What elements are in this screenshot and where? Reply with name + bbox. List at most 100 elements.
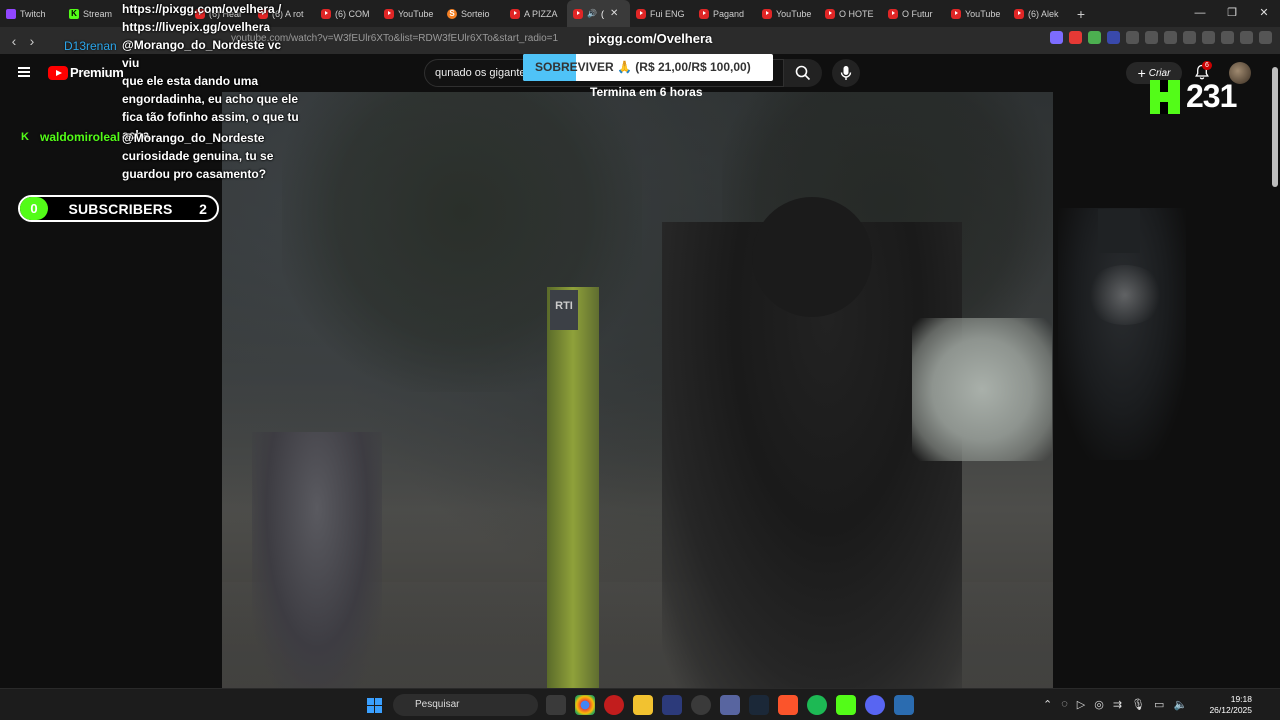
browser-tab[interactable]: O Futur xyxy=(882,0,945,27)
extensions-puzzle-icon[interactable] xyxy=(1145,31,1158,44)
browser-tab[interactable]: YouTube xyxy=(945,0,1008,27)
donation-domain: pixgg.com/Ovelhera xyxy=(588,31,713,46)
browser-tab[interactable]: YouTube xyxy=(378,0,441,27)
app-icon[interactable] xyxy=(894,695,914,715)
page-scrollbar[interactable] xyxy=(1270,55,1280,688)
file-explorer-icon[interactable] xyxy=(633,695,653,715)
discord-icon[interactable] xyxy=(865,695,885,715)
youtube-logo-icon[interactable] xyxy=(48,66,68,80)
tray-app-icon[interactable]: ◎ xyxy=(1094,698,1104,711)
chat-username: waldomiroleal xyxy=(40,130,121,144)
spotify-icon[interactable] xyxy=(807,695,827,715)
chat-message-line: que ele esta dando uma xyxy=(122,74,259,88)
close-window-icon[interactable]: ✕ xyxy=(1248,0,1280,27)
browser-tab[interactable]: A PIZZA xyxy=(504,0,567,27)
extension-icon[interactable] xyxy=(1050,31,1063,44)
forward-icon[interactable]: › xyxy=(23,33,41,49)
chat-message: https://pixgg.com/ovelhera / https://live… xyxy=(122,0,300,144)
sidebar-icon[interactable] xyxy=(1183,31,1196,44)
youtube-icon xyxy=(573,8,583,19)
browser-tab[interactable]: S Sorteio xyxy=(441,0,504,27)
tab-audio-icon[interactable]: 🔊 xyxy=(587,9,597,18)
microphone-icon xyxy=(840,66,852,80)
app-icon[interactable] xyxy=(662,695,682,715)
webcam-shirt-print xyxy=(1085,265,1165,325)
github-icon[interactable] xyxy=(691,695,711,715)
taskbar-time: 19:18 xyxy=(1230,694,1252,704)
windows-taskbar: Pesquisar ⌃ ◌ ▷ ◎ ⇉ 🎙 ▭ 🔈 19:18 26/12/20… xyxy=(0,688,1280,720)
kick-app-icon[interactable] xyxy=(836,695,856,715)
kick-badge-icon: K xyxy=(21,131,29,143)
extensions-toolbar xyxy=(1050,31,1272,44)
tab-close-icon[interactable]: ✕ xyxy=(610,8,618,19)
system-tray: ⌃ ◌ ▷ ◎ ⇉ 🎙 ▭ 🔈 xyxy=(1043,698,1187,711)
vpn-icon[interactable] xyxy=(1240,31,1253,44)
tab-label: Twitch xyxy=(20,8,46,19)
plus-icon: + xyxy=(1137,65,1146,81)
donation-goal-bar: SOBREVIVER 🙏 (R$ 21,00/R$ 100,00) xyxy=(523,54,773,81)
media-icon[interactable] xyxy=(1164,31,1177,44)
browser-tab[interactable]: 🔊(✕ xyxy=(567,0,630,27)
youtube-icon xyxy=(510,8,520,19)
brave-icon[interactable] xyxy=(778,695,798,715)
task-view-icon[interactable] xyxy=(546,695,566,715)
taskbar-search[interactable]: Pesquisar xyxy=(393,694,538,716)
ai-icon[interactable] xyxy=(1221,31,1234,44)
browser-tab[interactable]: YouTube xyxy=(756,0,819,27)
menu-icon[interactable] xyxy=(1259,31,1272,44)
browser-tab[interactable]: O HOTE xyxy=(819,0,882,27)
browser-tab[interactable]: (6) COM xyxy=(315,0,378,27)
tray-app-icon[interactable]: ▷ xyxy=(1077,698,1085,711)
volume-icon[interactable]: 🔈 xyxy=(1173,698,1187,711)
browser-tab[interactable]: Fui ENG xyxy=(630,0,693,27)
browser-tab[interactable]: Twitch xyxy=(0,0,63,27)
extension-icon[interactable] xyxy=(1107,31,1120,44)
tab-label: YouTube xyxy=(776,8,812,19)
browser-tab[interactable]: (6) Alek xyxy=(1008,0,1071,27)
tray-app-icon[interactable]: ⇉ xyxy=(1113,698,1122,711)
chat-message-line: @Morango_do_Nordeste xyxy=(122,131,265,145)
network-icon[interactable]: ▭ xyxy=(1154,698,1164,711)
tab-label: O Futur xyxy=(902,8,933,19)
new-tab-button[interactable]: + xyxy=(1071,6,1091,22)
windows-start-icon[interactable] xyxy=(367,698,382,713)
minimize-icon[interactable]: — xyxy=(1184,0,1216,27)
tab-label: Pagand xyxy=(713,8,745,19)
ghost-username: D13renan xyxy=(64,39,117,53)
youtube-icon xyxy=(384,8,394,19)
extension-icon[interactable] xyxy=(1069,31,1082,44)
search-button[interactable] xyxy=(784,59,822,87)
webcam-streamer-head xyxy=(1098,209,1140,253)
scrollbar-thumb[interactable] xyxy=(1272,67,1278,187)
browser-tab[interactable]: K Stream xyxy=(63,0,126,27)
taskbar-clock[interactable]: 19:18 26/12/2025 xyxy=(1206,694,1252,716)
extension-icon[interactable] xyxy=(1088,31,1101,44)
tab-label: O HOTE xyxy=(839,8,874,19)
opera-icon[interactable] xyxy=(604,695,624,715)
youtube-brand[interactable]: Premium xyxy=(70,65,124,80)
app-icon[interactable] xyxy=(720,695,740,715)
chrome-icon[interactable] xyxy=(575,695,595,715)
microphone-tray-icon[interactable]: 🎙 xyxy=(1131,698,1145,711)
subs-right-count: 2 xyxy=(199,200,207,217)
subscribers-counter: 0 SUBSCRIBERS 2 xyxy=(18,195,219,222)
chat-message-line: guardou pro casamento? xyxy=(122,167,267,181)
youtube-icon xyxy=(321,8,331,19)
tab-label: YouTube xyxy=(398,8,434,19)
extension-icon[interactable] xyxy=(1126,31,1139,44)
hamburger-menu-icon[interactable] xyxy=(18,67,30,77)
taskbar-apps xyxy=(546,695,914,715)
tray-app-icon[interactable]: ◌ xyxy=(1061,698,1068,711)
back-icon[interactable]: ‹ xyxy=(5,33,23,49)
steam-icon[interactable] xyxy=(749,695,769,715)
tray-overflow-icon[interactable]: ⌃ xyxy=(1043,698,1052,711)
kick-viewer-count: 231 xyxy=(1186,78,1237,114)
maximize-icon[interactable]: ❐ xyxy=(1216,0,1248,27)
notifications-badge: 6 xyxy=(1202,61,1212,70)
webcam-chair xyxy=(912,318,1052,461)
video-scene-person xyxy=(252,432,382,688)
wallet-icon[interactable] xyxy=(1202,31,1215,44)
browser-tab[interactable]: Pagand xyxy=(693,0,756,27)
chat-message-line: https://livepix.gg/ovelhera xyxy=(122,20,271,34)
voice-search-button[interactable] xyxy=(832,59,860,87)
